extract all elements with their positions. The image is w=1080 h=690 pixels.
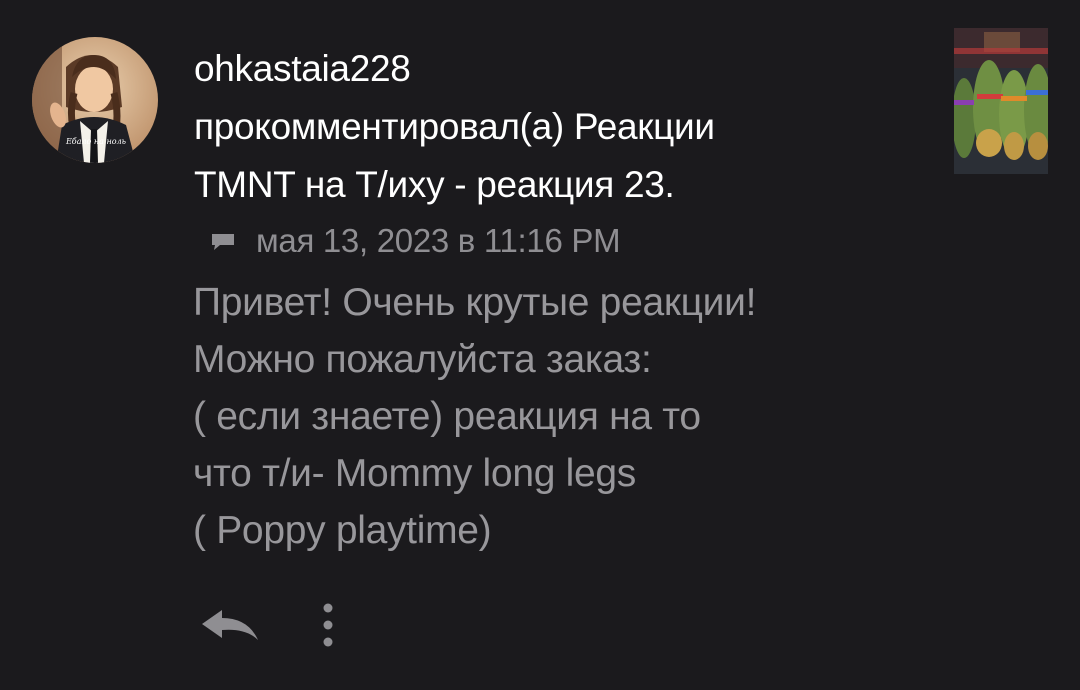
comment-icon (212, 234, 234, 250)
notification-headline[interactable]: ohkastaia228 прокомментировал(а) Реакции… (194, 40, 934, 214)
more-vertical-icon (323, 603, 333, 647)
comment-line: ( Poppy playtime) (193, 509, 492, 552)
timestamp: мая 13, 2023 в 11:16 PM (256, 222, 621, 259)
comment-line: Можно пожалуйста заказ: (193, 338, 652, 381)
username[interactable]: ohkastaia228 (194, 40, 934, 98)
comment-line: ( если знаете) реакция на то (193, 395, 701, 438)
comment-line: что т/и- Mommy long legs (193, 452, 636, 495)
comment-body: Привет! Очень крутые реакции! Можно пожа… (193, 274, 973, 559)
action-text-line-1: прокомментировал(а) Реакции (194, 106, 715, 147)
avatar-caption: Ебало на ноль (65, 137, 127, 146)
action-text-line-2[interactable]: TMNT на Т/иху - реакция 23. (194, 156, 934, 214)
comment-meta: мая 13, 2023 в 11:16 PM (210, 214, 621, 268)
more-options-button[interactable] (316, 600, 340, 650)
reply-button[interactable] (198, 604, 262, 646)
tmnt-thumbnail-image (954, 28, 1048, 174)
reply-icon (202, 610, 258, 640)
comment-line: Привет! Очень крутые реакции! (193, 281, 757, 324)
user-avatar[interactable]: Ебало на ноль (32, 37, 158, 163)
post-thumbnail[interactable] (954, 28, 1048, 174)
